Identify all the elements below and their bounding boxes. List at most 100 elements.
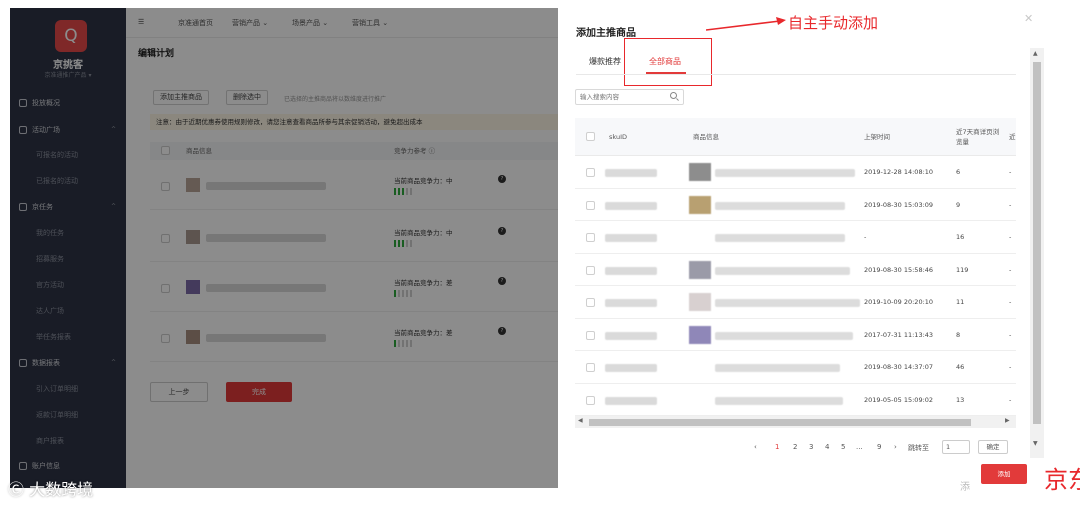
- product-thumbnail: [689, 293, 711, 311]
- table-row[interactable]: 2017-07-31 11:13:43 8 -: [575, 318, 1016, 351]
- jump-confirm-button[interactable]: 确定: [978, 440, 1008, 454]
- next-page-icon[interactable]: ›: [894, 443, 897, 451]
- select-all-checkbox[interactable]: [586, 132, 595, 141]
- extra-cell: -: [1009, 233, 1012, 241]
- table-row[interactable]: 2019-08-30 15:03:09 9 -: [575, 188, 1016, 221]
- add-button[interactable]: 添加: [981, 464, 1027, 484]
- table-row[interactable]: 2019-10-09 20:20:10 11 -: [575, 286, 1016, 319]
- product-name-blurred: [715, 396, 843, 405]
- annotation-label: 自主手动添加: [788, 14, 879, 32]
- page-9[interactable]: 9: [877, 443, 881, 451]
- listing-time: 2019-10-09 20:20:10: [864, 298, 934, 306]
- listing-time: 2019-08-30 15:58:46: [864, 265, 934, 274]
- page-2[interactable]: 2: [793, 443, 797, 451]
- scroll-up-icon[interactable]: ▲: [1033, 50, 1038, 57]
- page-3[interactable]: 3: [809, 443, 813, 451]
- page-1[interactable]: 1: [775, 443, 779, 451]
- row-checkbox[interactable]: [586, 395, 595, 405]
- search-input[interactable]: [575, 89, 684, 105]
- table-row[interactable]: 2019-05-05 15:09:02 13 -: [575, 383, 1016, 416]
- product-name-blurred: [715, 266, 850, 275]
- sku-id-blurred: [605, 201, 657, 210]
- sku-id-blurred: [605, 234, 657, 242]
- scroll-left-icon[interactable]: ◀: [578, 417, 583, 424]
- row-checkbox[interactable]: [586, 265, 595, 275]
- view-count: 11: [956, 298, 965, 306]
- jump-label: 跳转至: [908, 444, 929, 452]
- page-ellipsis[interactable]: ...: [856, 443, 863, 451]
- view-count: 46: [956, 363, 965, 371]
- table-row[interactable]: 2019-12-28 14:08:10 6 -: [575, 156, 1016, 189]
- col-sku: skuID: [609, 133, 627, 141]
- extra-cell: -: [1009, 330, 1012, 339]
- view-count: 8: [956, 330, 961, 339]
- horizontal-scrollbar[interactable]: ◀ ▶: [575, 416, 1016, 428]
- sku-id-blurred: [605, 169, 657, 177]
- table-row[interactable]: 2019-08-30 14:37:07 46 -: [575, 351, 1016, 384]
- add-product-drawer: 添加主推商品 ✕ 自主手动添加 爆款推荐 全部商品 skuID 商品信息 上架时…: [558, 0, 1080, 507]
- row-checkbox[interactable]: [586, 363, 595, 372]
- modal-overlay[interactable]: [10, 8, 558, 488]
- search-icon[interactable]: [670, 92, 677, 99]
- listing-time: 2019-08-30 15:03:09: [864, 200, 934, 209]
- product-name-blurred: [715, 364, 840, 372]
- product-thumbnail: [689, 260, 711, 279]
- table-row[interactable]: 2019-08-30 15:58:46 119 -: [575, 253, 1016, 286]
- watermark-jd: 京东: [1044, 466, 1080, 494]
- tab-all-products[interactable]: 全部商品: [649, 56, 681, 67]
- prev-page-icon[interactable]: ‹: [754, 443, 757, 451]
- listing-time: 2019-12-28 14:08:10: [864, 168, 934, 176]
- view-count: 16: [956, 233, 965, 241]
- view-count: 13: [956, 395, 965, 404]
- tabs-divider: [576, 74, 1016, 75]
- sku-id-blurred: [605, 299, 657, 307]
- view-count: 119: [956, 265, 969, 274]
- listing-time: 2017-07-31 11:13:43: [864, 330, 934, 339]
- listing-time: 2019-08-30 14:37:07: [864, 363, 934, 371]
- scroll-right-icon[interactable]: ▶: [1005, 417, 1010, 424]
- page-4[interactable]: 4: [825, 443, 829, 451]
- sku-id-blurred: [605, 331, 657, 340]
- vertical-scrollbar[interactable]: ▲ ▼: [1030, 48, 1044, 458]
- watermark-left: Ⓒ 大数跨境: [8, 480, 94, 499]
- view-count: 6: [956, 168, 961, 176]
- product-name-blurred: [715, 201, 845, 210]
- product-thumbnail: [689, 195, 711, 214]
- col-7day-views: 近7天商详页浏览量: [956, 128, 1000, 146]
- col-extra: 近: [1009, 133, 1016, 141]
- row-checkbox[interactable]: [586, 233, 595, 242]
- app-root: Q 京挑客 京准通推广产品 ▾ 投放概况 活动广场 ^ 可报名的活动 已报名的活动 京任务…: [0, 0, 1080, 507]
- extra-cell: -: [1009, 363, 1012, 371]
- sku-id-blurred: [605, 396, 657, 405]
- row-checkbox[interactable]: [586, 330, 595, 340]
- listing-time: 2019-05-05 15:09:02: [864, 395, 934, 404]
- sku-id-blurred: [605, 266, 657, 275]
- watermark-right-small: 添: [960, 482, 970, 493]
- row-checkbox[interactable]: [586, 200, 595, 210]
- close-icon[interactable]: ✕: [1024, 12, 1033, 25]
- product-name-blurred: [715, 299, 860, 307]
- extra-cell: -: [1009, 395, 1012, 404]
- scroll-down-icon[interactable]: ▼: [1033, 440, 1038, 447]
- product-name-blurred: [715, 234, 845, 242]
- col-listing-time: 上架时间: [864, 133, 890, 141]
- product-thumbnail: [689, 325, 711, 344]
- page-5[interactable]: 5: [841, 443, 845, 451]
- horizontal-scroll-thumb[interactable]: [589, 419, 971, 426]
- tab-hot-recommend[interactable]: 爆款推荐: [589, 56, 621, 67]
- annotation-arrow-icon: [706, 17, 786, 31]
- product-table: skuID 商品信息 上架时间 近7天商详页浏览量 近 2019-12-28 1…: [575, 118, 1016, 416]
- product-name-blurred: [715, 331, 853, 340]
- row-checkbox[interactable]: [586, 168, 595, 177]
- table-row[interactable]: - 16 -: [575, 221, 1016, 254]
- listing-time: -: [864, 233, 867, 241]
- view-count: 9: [956, 200, 961, 209]
- extra-cell: -: [1009, 298, 1012, 306]
- extra-cell: -: [1009, 168, 1012, 176]
- vertical-scroll-thumb[interactable]: [1033, 62, 1041, 424]
- col-product-info: 商品信息: [693, 133, 719, 141]
- product-thumbnail: [689, 163, 711, 181]
- row-checkbox[interactable]: [586, 298, 595, 307]
- jump-page-input[interactable]: 1: [942, 440, 970, 454]
- product-name-blurred: [715, 169, 855, 177]
